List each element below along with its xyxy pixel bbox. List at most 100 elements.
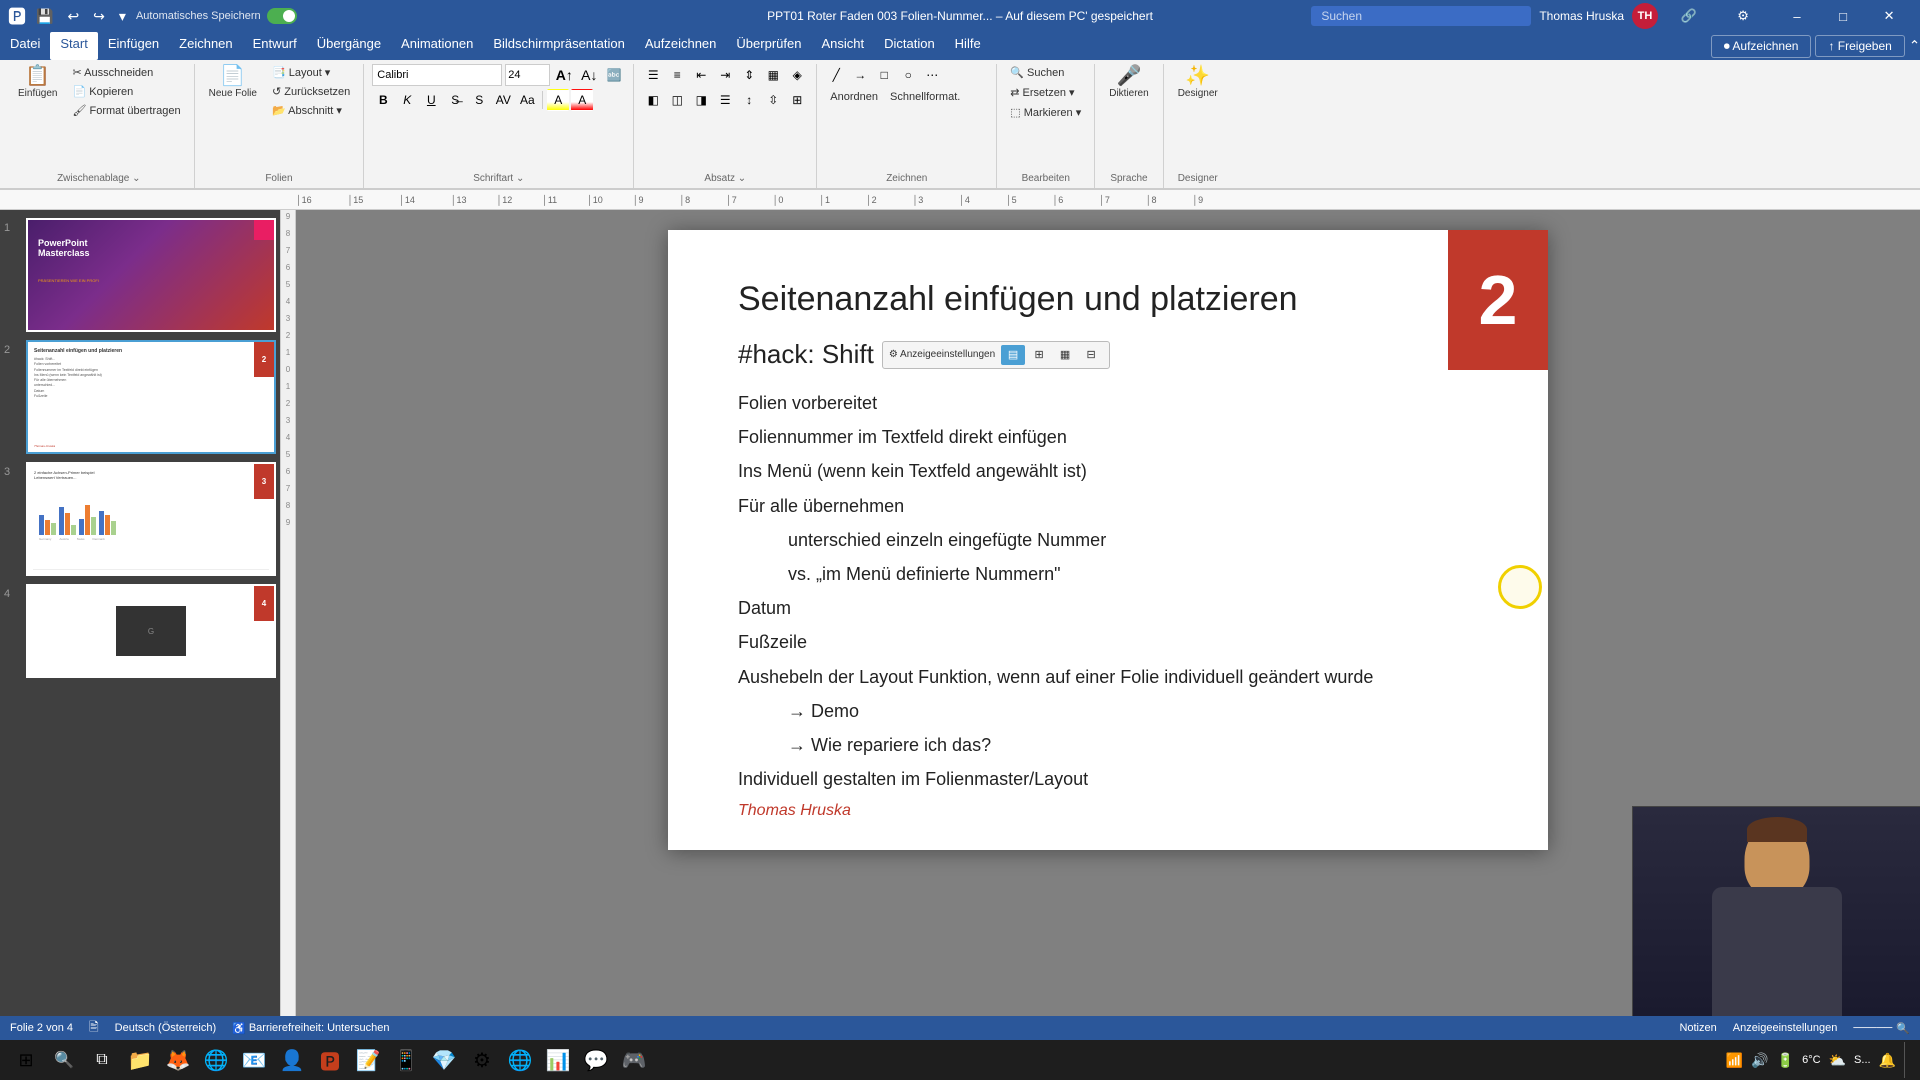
numbered-list-button[interactable]: ≡ <box>666 64 688 86</box>
volume-icon[interactable]: 🔊 <box>1751 1052 1768 1069</box>
copy-button[interactable]: 📄 Kopieren <box>67 83 185 100</box>
indent-more-button[interactable]: ⇥ <box>714 64 736 86</box>
paragraph-spacing-button[interactable]: ⇳ <box>762 89 784 111</box>
maximize-button[interactable]: □ <box>1820 0 1866 32</box>
columns-button[interactable]: ▦ <box>762 64 784 86</box>
smartart-button[interactable]: ◈ <box>786 64 808 86</box>
taskbar-firefox[interactable]: 🦊 <box>160 1042 196 1078</box>
share-icon[interactable]: 🔗 <box>1666 0 1712 32</box>
text-shadow-button[interactable]: S <box>468 89 490 111</box>
shape-more-button[interactable]: ⋯ <box>921 64 943 86</box>
convert-smartart-button[interactable]: ⊞ <box>786 89 808 111</box>
network-icon[interactable]: 📶 <box>1726 1052 1743 1069</box>
underline-button[interactable]: U <box>420 89 442 111</box>
find-button[interactable]: 🔍 Suchen <box>1005 64 1069 81</box>
undo-button[interactable]: ↩ <box>63 6 83 27</box>
line-spacing-button[interactable]: ↕ <box>738 89 760 111</box>
select-button[interactable]: ⬚ Markieren ▾ <box>1005 104 1086 121</box>
display-btn-view2[interactable]: ▦ <box>1053 345 1077 365</box>
taskbar-teams[interactable]: 👤 <box>274 1042 310 1078</box>
section-button[interactable]: 📂 Abschnitt ▾ <box>267 102 355 119</box>
menu-start[interactable]: Start <box>50 32 97 60</box>
taskbar-app3[interactable]: ⚙ <box>464 1042 500 1078</box>
taskbar-explorer[interactable]: 📁 <box>122 1042 158 1078</box>
clear-format-button[interactable]: 🔤 <box>603 64 625 86</box>
taskbar-app4[interactable]: 💬 <box>578 1042 614 1078</box>
slide-canvas[interactable]: 2 Seitenanzahl einfügen und platzieren #… <box>668 230 1548 850</box>
taskview-button[interactable]: ⧉ <box>84 1042 120 1078</box>
search-input[interactable] <box>1311 6 1531 26</box>
menu-bildschirmpraesentaion[interactable]: Bildschirmpräsentation <box>483 32 635 60</box>
close-button[interactable]: ✕ <box>1866 0 1912 32</box>
taskbar-outlook[interactable]: 📧 <box>236 1042 272 1078</box>
start-button[interactable]: ⊞ <box>8 1042 44 1078</box>
bullet-list-button[interactable]: ☰ <box>642 64 664 86</box>
slide-image-1[interactable]: PowerPointMasterclass PRÄSENTIEREN WIE E… <box>26 218 276 332</box>
shape-arrow-button[interactable]: → <box>849 64 871 86</box>
shape-rect-button[interactable]: □ <box>873 64 895 86</box>
taskbar-chrome[interactable]: 🌐 <box>198 1042 234 1078</box>
autosave-toggle[interactable] <box>267 8 297 24</box>
slide-image-3[interactable]: 3 2 einfache Achsen-Primer beispielLeben… <box>26 462 276 576</box>
diktieren-button[interactable]: 🎤 Diktieren <box>1103 64 1154 101</box>
italic-button[interactable]: K <box>396 89 418 111</box>
text-direction-button[interactable]: ⇕ <box>738 64 760 86</box>
font-color-button[interactable]: A <box>571 89 593 111</box>
reset-button[interactable]: ↺ Zurücksetzen <box>267 83 355 100</box>
quick-styles-button[interactable]: Schnellformat. <box>885 89 965 105</box>
slide-image-2[interactable]: 2 Seitenanzahl einfügen und platzieren #… <box>26 340 276 454</box>
menu-aufzeichnen[interactable]: Aufzeichnen <box>635 32 727 60</box>
menu-animationen[interactable]: Animationen <box>391 32 483 60</box>
display-btn-selected[interactable]: ▤ <box>1001 345 1025 365</box>
slide-image-4[interactable]: 4 G <box>26 584 276 678</box>
menu-einfuegen[interactable]: Einfügen <box>98 32 169 60</box>
shape-oval-button[interactable]: ○ <box>897 64 919 86</box>
slide-thumbnail-3[interactable]: 3 3 2 einfache Achsen-Primer beispielLeb… <box>4 462 276 576</box>
menu-ansicht[interactable]: Ansicht <box>811 32 874 60</box>
language-label[interactable]: Deutsch (Österreich) <box>115 1022 216 1034</box>
menu-dictation[interactable]: Dictation <box>874 32 945 60</box>
display-settings-label[interactable]: Anzeigeeinstellungen <box>1733 1022 1838 1034</box>
display-btn-grid[interactable]: ⊞ <box>1027 345 1051 365</box>
highlight-button[interactable]: A <box>547 89 569 111</box>
slide-thumbnail-1[interactable]: 1 PowerPointMasterclass PRÄSENTIEREN WIE… <box>4 218 276 332</box>
display-settings-popup[interactable]: ⚙ Anzeigeeinstellungen ▤ ⊞ ▦ ⊟ <box>882 341 1110 369</box>
indent-less-button[interactable]: ⇤ <box>690 64 712 86</box>
font-family-input[interactable] <box>372 64 502 86</box>
minimize-button[interactable]: – <box>1774 0 1820 32</box>
replace-button[interactable]: ⇄ Ersetzen ▾ <box>1005 84 1079 101</box>
menu-zeichnen[interactable]: Zeichnen <box>169 32 242 60</box>
neue-folie-button[interactable]: 📄 Neue Folie <box>203 64 263 101</box>
save-button[interactable]: 💾 <box>32 6 57 27</box>
align-right-button[interactable]: ◨ <box>690 89 712 111</box>
strikethrough-button[interactable]: S̶ <box>444 89 466 111</box>
taskbar-onenote[interactable]: 📝 <box>350 1042 386 1078</box>
menu-entwurf[interactable]: Entwurf <box>243 32 307 60</box>
menu-hilfe[interactable]: Hilfe <box>945 32 991 60</box>
share-button[interactable]: ↑ Freigeben <box>1815 35 1904 57</box>
format-painter-button[interactable]: 🖌 Format übertragen <box>67 102 185 119</box>
designer-button[interactable]: ✨ Designer <box>1172 64 1224 101</box>
quick-access-more[interactable]: ▾ <box>115 6 130 27</box>
font-size-decrease-button[interactable]: A↓ <box>578 64 600 86</box>
char-spacing-button[interactable]: AV <box>492 89 514 111</box>
menu-datei[interactable]: Datei <box>0 32 50 60</box>
slide-panel[interactable]: 1 PowerPointMasterclass PRÄSENTIEREN WIE… <box>0 210 280 1016</box>
taskbar-powerpoint[interactable]: 🅿 <box>312 1042 348 1078</box>
ribbon-collapse-button[interactable]: ⌃ <box>1909 38 1920 54</box>
show-desktop-button[interactable] <box>1904 1042 1912 1078</box>
paste-button[interactable]: 📋 Einfügen <box>12 64 63 101</box>
zoom-slider[interactable]: ───── 🔍 <box>1853 1022 1910 1035</box>
notifications-button[interactable]: 🔔 <box>1879 1052 1896 1069</box>
font-size-increase-button[interactable]: A↑ <box>553 64 575 86</box>
battery-icon[interactable]: 🔋 <box>1777 1052 1794 1069</box>
notes-button[interactable]: Notizen <box>1679 1022 1716 1034</box>
search-taskbar-button[interactable]: 🔍 <box>46 1042 82 1078</box>
canvas-area[interactable]: 2 Seitenanzahl einfügen und platzieren #… <box>296 210 1920 1016</box>
slide-thumbnail-2[interactable]: 2 2 Seitenanzahl einfügen und platzieren… <box>4 340 276 454</box>
settings-icon[interactable]: ⚙ <box>1720 0 1766 32</box>
taskbar-edge[interactable]: 🌐 <box>502 1042 538 1078</box>
layout-button[interactable]: 📑 Layout ▾ <box>267 64 355 81</box>
align-left-button[interactable]: ◧ <box>642 89 664 111</box>
menu-uebergaenge[interactable]: Übergänge <box>307 32 391 60</box>
